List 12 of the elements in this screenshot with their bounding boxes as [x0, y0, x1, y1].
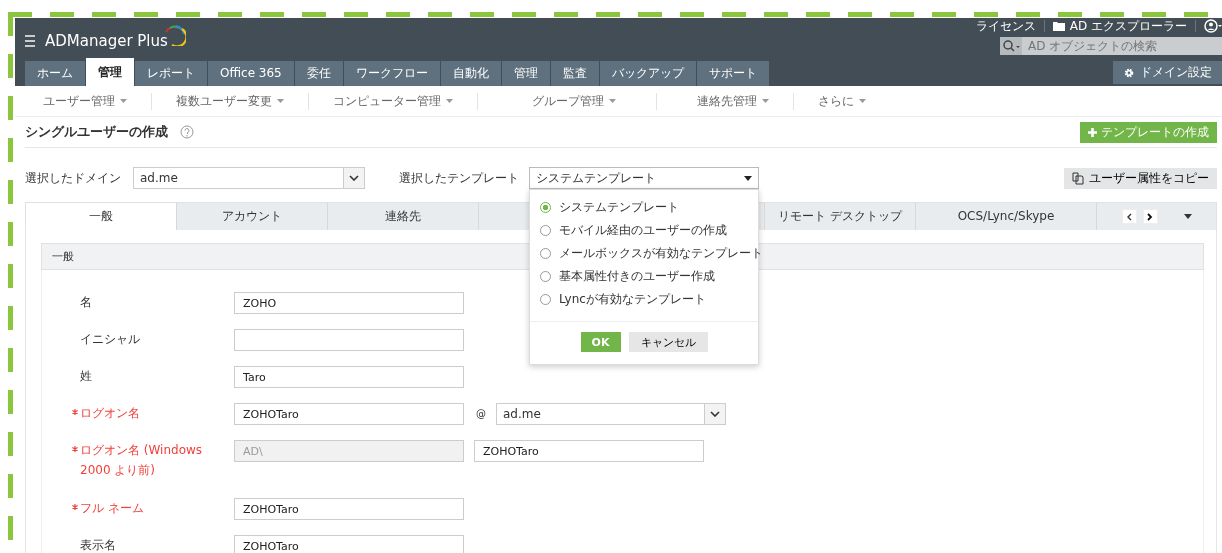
field-label: 名 — [80, 294, 92, 311]
field-label: 表示名 — [80, 537, 116, 553]
field-label: イニシャル — [80, 331, 140, 348]
template-label: 選択したテンプレート — [399, 169, 519, 187]
at-sign: @ — [476, 407, 486, 421]
field-label: 姓 — [80, 368, 92, 385]
page-title: シングルユーザーの作成 — [25, 123, 168, 141]
field-label: ログオン名 — [80, 405, 140, 422]
domain-label: 選択したドメイン — [25, 169, 121, 187]
app-logo: ADManager Plus — [45, 32, 168, 50]
field-label: ログオン名 (Windows 2000 より前) — [80, 442, 204, 479]
field-label: フル ネーム — [80, 500, 144, 517]
